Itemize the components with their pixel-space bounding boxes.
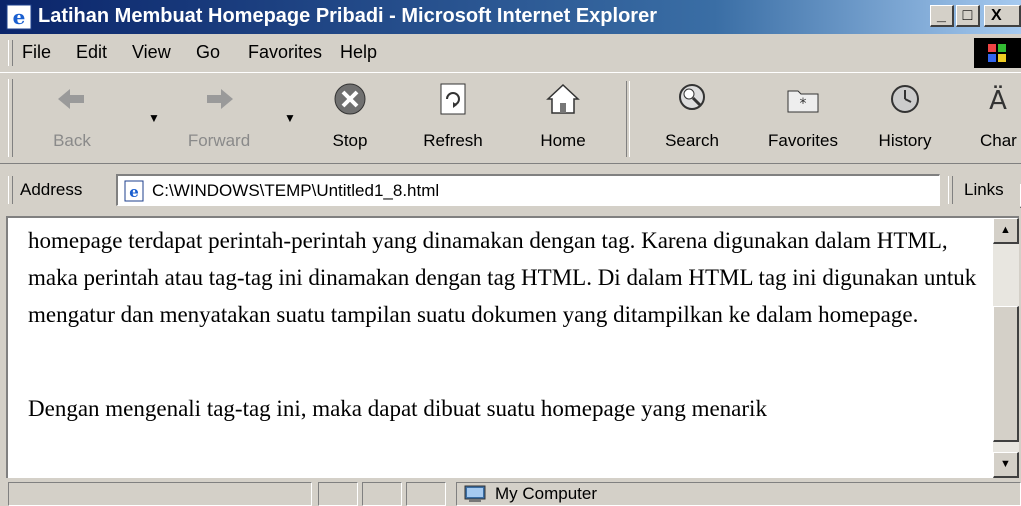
windows-logo-throbber: [974, 38, 1021, 68]
page-content: homepage terdapat perintah-perintah yang…: [6, 216, 1019, 478]
status-pane: [406, 482, 446, 506]
home-label: Home: [540, 131, 586, 150]
forward-label: Forward: [187, 131, 251, 150]
character-label: Char: [980, 131, 1017, 150]
svg-text:Ä: Ä: [989, 84, 1007, 116]
menu-help[interactable]: Help: [340, 42, 377, 63]
search-button[interactable]: Search: [652, 81, 732, 151]
links-grip[interactable]: [948, 176, 953, 204]
menubar-grip[interactable]: [8, 40, 13, 66]
zone-label: My Computer: [495, 484, 598, 503]
back-arrow-icon: [58, 89, 84, 109]
back-dropdown-arrow[interactable]: ▼: [148, 111, 160, 125]
title-bar[interactable]: e Latihan Membuat Homepage Pribadi - Mic…: [0, 0, 1021, 34]
close-button[interactable]: X: [984, 5, 1021, 27]
window-title: Latihan Membuat Homepage Pribadi - Micro…: [38, 5, 657, 27]
svg-text:e: e: [129, 183, 139, 201]
address-input[interactable]: e C:\WINDOWS\TEMP\Untitled1_8.html ▼: [116, 174, 1021, 208]
toolbar-grip[interactable]: [8, 79, 13, 157]
scroll-down-button[interactable]: ▼: [993, 452, 1019, 478]
minimize-button[interactable]: _: [930, 5, 954, 27]
menu-view[interactable]: View: [132, 42, 171, 63]
refresh-label: Refresh: [423, 131, 483, 150]
forward-button[interactable]: Forward: [178, 81, 260, 151]
scroll-up-button[interactable]: ▲: [993, 218, 1019, 244]
menu-file[interactable]: File: [22, 42, 51, 63]
status-pane: [318, 482, 358, 506]
home-button[interactable]: Home: [528, 81, 598, 151]
back-button[interactable]: Back: [42, 81, 102, 151]
status-bar: My Computer: [0, 480, 1021, 506]
links-button[interactable]: Links: [964, 180, 1004, 200]
menu-edit[interactable]: Edit: [76, 42, 107, 63]
character-button[interactable]: Ä Char: [966, 81, 1021, 151]
search-label[interactable]: Search: [652, 131, 732, 151]
windows-logo-icon: [988, 44, 1006, 62]
stop-icon: [334, 83, 366, 115]
menu-favorites[interactable]: Favorites: [248, 42, 322, 63]
svg-text:e: e: [13, 5, 26, 29]
favorites-button[interactable]: * Favorites: [754, 81, 852, 151]
refresh-icon: [440, 83, 466, 115]
back-label: Back: [53, 131, 91, 150]
stop-button[interactable]: Stop: [318, 81, 382, 151]
forward-dropdown-arrow[interactable]: ▼: [284, 111, 296, 125]
page-icon: e: [124, 180, 144, 202]
forward-arrow-icon: [207, 89, 233, 109]
status-text-pane: [8, 482, 312, 506]
internet-explorer-icon: e: [6, 4, 32, 30]
toolbar-separator: [626, 81, 630, 157]
my-computer-icon: [464, 485, 486, 502]
favorites-icon: *: [787, 90, 819, 113]
refresh-button[interactable]: Refresh: [412, 81, 494, 151]
content-paragraph: homepage terdapat perintah-perintah yang…: [28, 228, 977, 327]
security-zone-pane: My Computer: [456, 482, 1021, 506]
maximize-button[interactable]: □: [956, 5, 980, 27]
character-icon: Ä: [989, 84, 1007, 116]
search-icon: [679, 84, 705, 110]
menu-bar: File Edit View Go Favorites Help: [0, 36, 1021, 70]
stop-label: Stop: [332, 131, 368, 150]
content-paragraph: Dengan mengenali tag-tag ini, maka dapat…: [28, 396, 767, 421]
status-pane: [362, 482, 402, 506]
vertical-scrollbar[interactable]: ▲ ▼: [993, 218, 1019, 478]
address-url: C:\WINDOWS\TEMP\Untitled1_8.html: [152, 181, 440, 200]
history-icon: [891, 85, 919, 113]
address-bar: Address e C:\WINDOWS\TEMP\Untitled1_8.ht…: [0, 168, 1021, 212]
svg-text:*: *: [800, 96, 807, 112]
standard-toolbar: Back ▼ Forward ▼ Stop Refresh Home Searc…: [0, 72, 1021, 164]
browser-window: e Latihan Membuat Homepage Pribadi - Mic…: [0, 0, 1021, 506]
history-label: History: [878, 131, 932, 150]
address-label: Address: [20, 180, 83, 199]
home-icon: [546, 83, 580, 114]
favorites-label: Favorites: [768, 131, 838, 150]
address-grip[interactable]: [8, 176, 13, 204]
menu-go[interactable]: Go: [196, 42, 220, 63]
history-button[interactable]: History: [868, 81, 942, 151]
scroll-thumb[interactable]: [993, 306, 1019, 442]
